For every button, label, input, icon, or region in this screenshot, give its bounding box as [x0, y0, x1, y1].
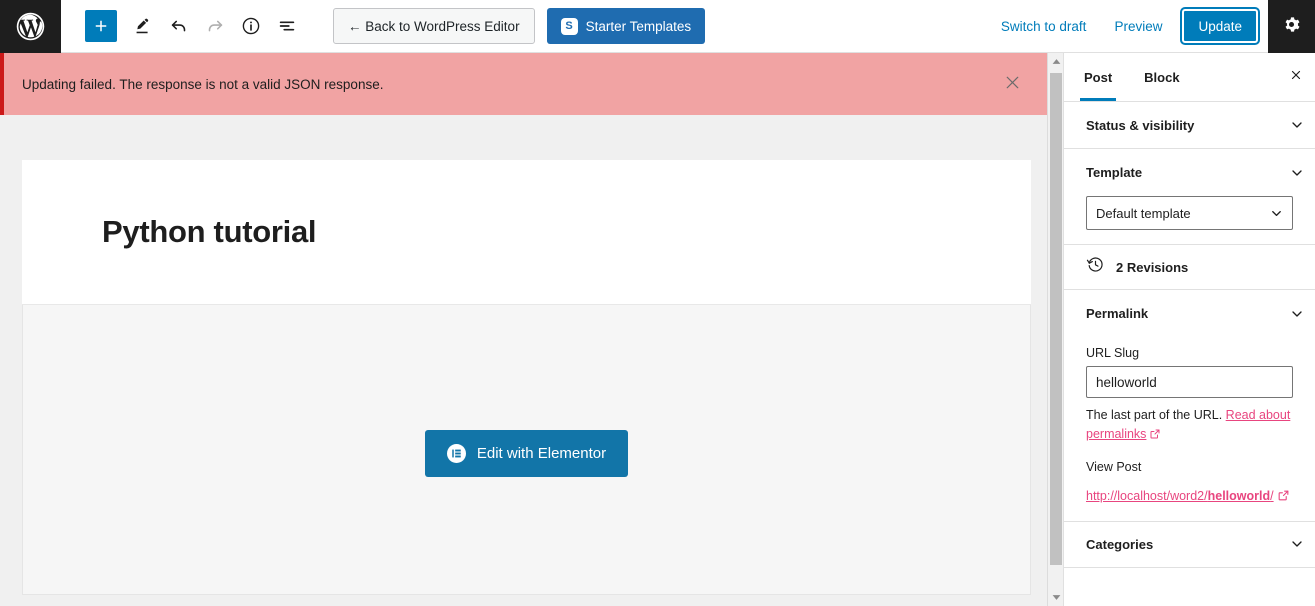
elementor-placeholder-block: Edit with Elementor — [22, 305, 1031, 595]
error-notice: Updating failed. The response is not a v… — [0, 53, 1047, 115]
permalink-help-prefix: The last part of the URL. — [1086, 408, 1223, 422]
panel-template[interactable]: Template — [1064, 149, 1315, 196]
permalink-suffix: / — [1270, 488, 1274, 503]
permalink-help-text: The last part of the URL. Read about per… — [1086, 406, 1293, 447]
scrollbar-thumb[interactable] — [1050, 73, 1062, 565]
post-title[interactable]: Python tutorial — [102, 214, 317, 250]
template-select[interactable]: Default template — [1086, 196, 1293, 230]
elementor-logo-icon — [446, 444, 466, 463]
redo-button[interactable] — [197, 8, 233, 44]
permalink-panel-body: URL Slug The last part of the URL. Read … — [1064, 346, 1315, 521]
wordpress-logo-icon — [14, 10, 47, 43]
settings-gear-button[interactable] — [1268, 0, 1315, 53]
edit-with-elementor-label: Edit with Elementor — [476, 445, 607, 462]
editor-main-column: Updating failed. The response is not a v… — [0, 53, 1047, 606]
close-sidebar-button[interactable] — [1279, 53, 1313, 101]
top-bar-actions: Switch to draft Preview Update — [987, 0, 1315, 53]
panel-permalink[interactable]: Permalink — [1064, 290, 1315, 337]
post-title-block[interactable]: Python tutorial — [22, 160, 1031, 305]
undo-button[interactable] — [161, 8, 197, 44]
list-view-button[interactable] — [269, 8, 305, 44]
scroll-down-arrow-icon[interactable] — [1048, 589, 1064, 606]
editor-canvas: Python tutorial Edit with Elementor — [0, 160, 1047, 606]
post-settings-sidebar: Post Block Status & visibility Template … — [1063, 53, 1315, 606]
gear-icon — [1281, 14, 1302, 38]
url-slug-input[interactable] — [1086, 366, 1293, 398]
revision-clock-icon — [1086, 255, 1105, 279]
preview-button[interactable]: Preview — [1100, 8, 1176, 44]
edit-with-elementor-button[interactable]: Edit with Elementor — [424, 430, 629, 477]
external-link-icon — [1277, 489, 1290, 507]
external-link-icon — [1149, 427, 1161, 446]
close-sidebar-icon — [1289, 68, 1303, 86]
sidebar-tabs: Post Block — [1064, 53, 1315, 102]
starter-templates-label: Starter Templates — [585, 18, 692, 34]
editor-vertical-scrollbar[interactable] — [1047, 53, 1064, 606]
view-post-url-row: http://localhost/word2/helloworld/ — [1086, 487, 1293, 507]
template-panel-body: Default template — [1064, 196, 1315, 244]
revisions-label: 2 Revisions — [1116, 259, 1189, 275]
starter-templates-icon: S — [560, 17, 578, 35]
scroll-up-arrow-icon[interactable] — [1048, 53, 1064, 70]
back-to-wordpress-editor-button[interactable]: ← Back to WordPress Editor — [333, 8, 535, 44]
starter-templates-button[interactable]: S Starter Templates — [546, 8, 706, 44]
panel-title-categories: Categories — [1086, 536, 1154, 552]
post-permalink-link[interactable]: http://localhost/word2/helloworld/ — [1086, 489, 1274, 503]
update-button[interactable]: Update — [1180, 7, 1260, 45]
panel-title-template: Template — [1086, 165, 1143, 180]
chevron-down-icon — [1285, 161, 1309, 185]
editor-tools-group — [61, 8, 305, 44]
panel-status-and-visibility[interactable]: Status & visibility — [1064, 102, 1315, 149]
panel-categories[interactable]: Categories — [1064, 520, 1315, 568]
post-content-card: Python tutorial Edit with Elementor — [22, 160, 1031, 595]
chevron-down-icon — [1285, 302, 1309, 326]
view-post-label: View Post — [1086, 459, 1142, 474]
tab-post[interactable]: Post — [1068, 53, 1128, 101]
revisions-link[interactable]: 2 Revisions — [1064, 244, 1315, 290]
url-slug-label: URL Slug — [1086, 346, 1140, 360]
permalink-slug: helloworld — [1207, 488, 1271, 503]
chevron-down-icon — [1285, 532, 1309, 556]
chevron-down-icon — [1285, 113, 1309, 137]
tools-pencil-button[interactable] — [125, 8, 161, 44]
panel-title-status-visibility: Status & visibility — [1086, 117, 1195, 133]
chevron-down-icon — [1264, 201, 1288, 225]
wordpress-logo-button[interactable] — [0, 0, 61, 53]
tab-block[interactable]: Block — [1128, 53, 1195, 101]
details-info-button[interactable] — [233, 8, 269, 44]
panel-title-permalink: Permalink — [1086, 306, 1149, 321]
close-notice-button[interactable] — [999, 71, 1025, 97]
error-notice-message: Updating failed. The response is not a v… — [22, 76, 384, 92]
permalink-base: http://localhost/word2/ — [1086, 488, 1208, 503]
editor-top-bar: ← Back to WordPress Editor S Starter Tem… — [0, 0, 1315, 53]
switch-to-draft-button[interactable]: Switch to draft — [987, 8, 1101, 44]
add-block-button[interactable] — [85, 10, 117, 42]
template-select-value: Default template — [1096, 205, 1191, 221]
close-icon — [1002, 72, 1023, 96]
